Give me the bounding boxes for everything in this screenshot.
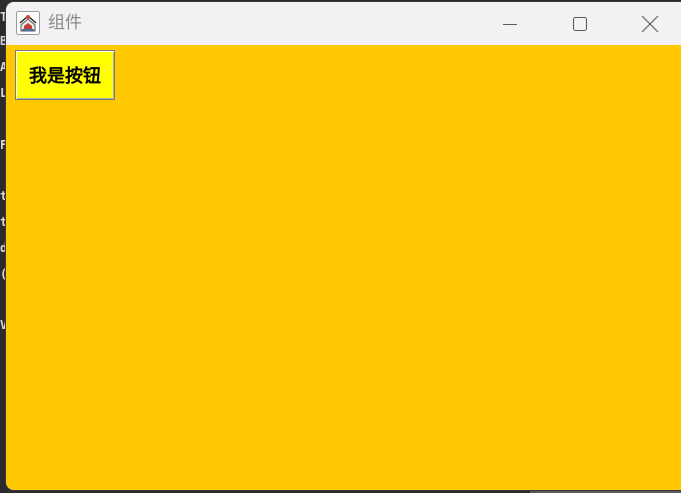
maximize-button[interactable]	[545, 2, 615, 45]
minimize-button[interactable]	[475, 2, 545, 45]
window-title: 组件	[48, 13, 82, 33]
java-coffee-cup-icon	[16, 11, 40, 35]
close-button[interactable]	[615, 2, 681, 45]
app-window: 组件 我是按钮	[6, 2, 681, 490]
close-icon	[641, 15, 659, 33]
demo-button[interactable]: 我是按钮	[15, 50, 115, 100]
maximize-icon	[572, 16, 588, 32]
content-panel: 我是按钮	[6, 45, 681, 490]
title-bar[interactable]: 组件	[6, 2, 681, 45]
minimize-icon	[502, 16, 518, 32]
